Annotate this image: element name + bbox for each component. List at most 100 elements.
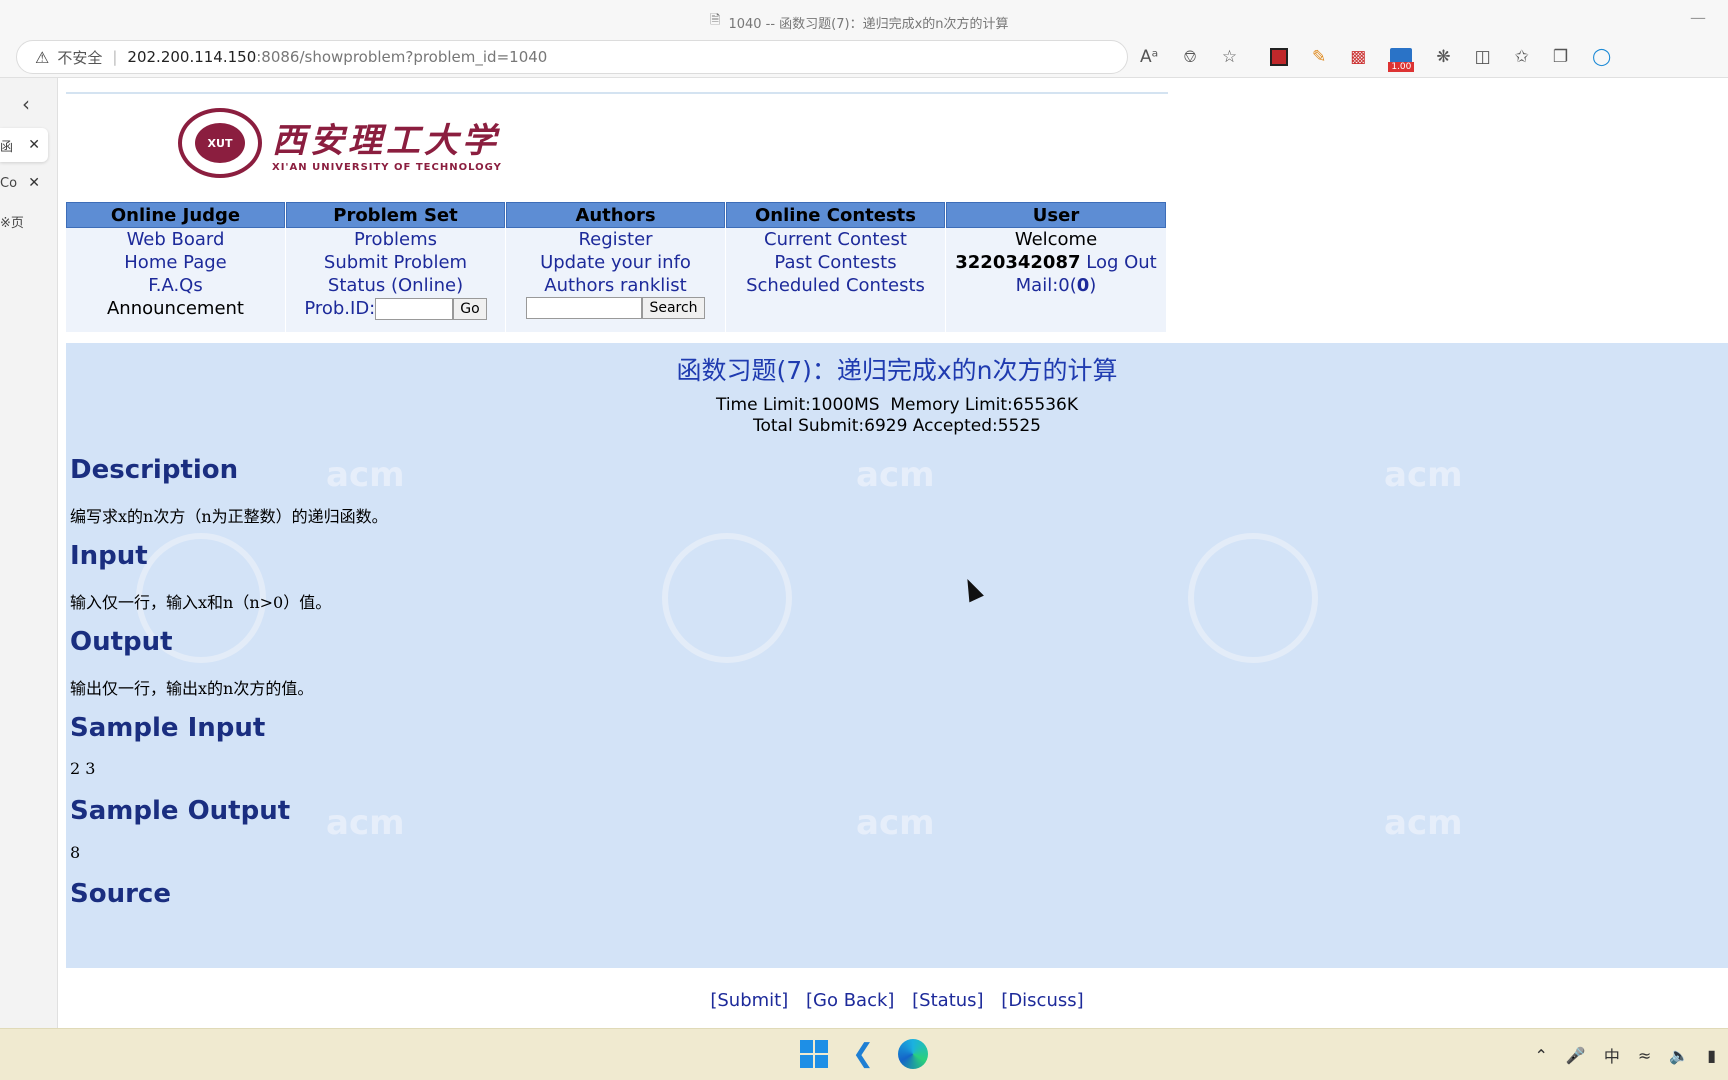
extension-colors-icon[interactable]: ▩ (1350, 47, 1366, 67)
past-contests-link[interactable]: Past Contests (774, 251, 896, 274)
output-text: 输出仅一行，输出x的n次方的值。 (70, 679, 314, 698)
insecure-label[interactable]: 不安全 (57, 47, 102, 68)
side-tab-label: ※页 (0, 215, 24, 231)
mail-link[interactable]: Mail:0(0) (1016, 274, 1097, 297)
source-heading: Source (70, 879, 171, 909)
university-watermark-icon (662, 533, 792, 663)
announcement-link[interactable]: Announcement (107, 297, 244, 320)
home-page-link[interactable]: Home Page (124, 251, 226, 274)
user-row: 3220342087 Log Out (955, 251, 1157, 274)
go-back-link[interactable]: [Go Back] (806, 990, 894, 1011)
author-search-input[interactable] (526, 297, 643, 319)
favorites-icon[interactable]: ✩ (1515, 47, 1529, 67)
extension-badge-icon[interactable]: 1.00 (1388, 48, 1415, 72)
status-online-link[interactable]: Status (Online) (328, 274, 463, 297)
edge-browser-icon[interactable] (898, 1039, 928, 1069)
close-icon[interactable]: ✕ (28, 175, 40, 191)
nav-authors: Authors Register Update your info Author… (506, 202, 726, 332)
tray-expand-icon[interactable]: ⌃ (1535, 1046, 1548, 1065)
user-id[interactable]: 3220342087 (955, 251, 1080, 274)
description-heading: Description (70, 455, 239, 485)
search-button[interactable]: Search (642, 297, 705, 319)
acm-watermark: acm (1384, 455, 1463, 495)
extensions-puzzle-icon[interactable]: ❋ (1436, 47, 1450, 67)
university-seal-icon: XUT (178, 108, 262, 178)
submit-problem-link[interactable]: Submit Problem (324, 251, 467, 274)
university-logo[interactable]: XUT 西安理工大学 XI'AN UNIVERSITY OF TECHNOLOG… (178, 108, 502, 178)
url-path[interactable]: :8086/showproblem?problem_id=1040 (256, 48, 547, 66)
window-title: 🗎 1040 -- 函数习题(7)：递归完成x的n次方的计算 (710, 11, 1009, 33)
problem-title: 函数习题(7)：递归完成x的n次方的计算 (676, 356, 1118, 385)
vertical-tabs-panel: ‹ 函 ✕ Co ✕ ※页 (0, 78, 58, 1028)
time-memory-limit: Time Limit:1000MS Memory Limit:65536K (715, 395, 1079, 415)
sample-output-heading: Sample Output (70, 796, 291, 826)
windows-start-icon[interactable] (800, 1040, 828, 1068)
side-tab-2[interactable]: Co ✕ (0, 166, 48, 200)
warning-icon[interactable]: ⚠ (35, 48, 49, 67)
submit-stats: Total Submit:6929 Accepted:5525 (753, 416, 1041, 436)
acm-watermark: acm (326, 455, 405, 495)
copilot-icon[interactable]: ◯ (1592, 47, 1611, 67)
system-tray: ⌃ 🎤 中 ≈ 🔈 ▮ (1535, 1043, 1716, 1067)
url-field[interactable]: ⚠ 不安全 | 202.200.114.150 :8086/showproble… (16, 40, 1128, 74)
collections-icon[interactable]: ❐ (1553, 47, 1568, 67)
battery-icon[interactable]: ▮ (1707, 1046, 1716, 1065)
update-info-link[interactable]: Update your info (540, 251, 691, 274)
browser-titlebar: 🗎 1040 -- 函数习题(7)：递归完成x的n次方的计算 — (0, 0, 1728, 38)
prob-id-input[interactable] (375, 297, 454, 320)
ime-indicator[interactable]: 中 (1604, 1043, 1620, 1067)
university-watermark-icon (1188, 533, 1318, 663)
welcome-text: Welcome (1014, 229, 1098, 250)
submit-link[interactable]: [Submit] (710, 990, 788, 1011)
sample-output-text: 8 (70, 843, 81, 862)
collapse-panel-icon[interactable]: ‹ (22, 92, 30, 116)
wifi-icon[interactable]: ≈ (1638, 1046, 1651, 1065)
logo-text: 西安理工大学 XI'AN UNIVERSITY OF TECHNOLOGY (272, 113, 502, 173)
page-icon: 🗎 (710, 13, 721, 28)
extension-paint-icon[interactable]: ✎ (1312, 47, 1326, 67)
nav-head: User (946, 202, 1166, 228)
minimize-button[interactable]: — (1690, 8, 1706, 27)
side-tab-1[interactable]: 函 ✕ (0, 128, 48, 162)
nav-head: Authors (506, 202, 725, 228)
side-tab-label: 函 (0, 139, 14, 155)
seal-text: XUT (195, 123, 245, 163)
taskbar: ❮ ⌃ 🎤 中 ≈ 🔈 ▮ (0, 1028, 1728, 1080)
go-button[interactable]: Go (453, 297, 487, 320)
url-separator: | (112, 48, 118, 66)
status-link[interactable]: [Status] (912, 990, 983, 1011)
prob-id-form: Prob.ID: Go (304, 297, 487, 320)
mail-close: ) (1089, 275, 1097, 296)
translate-icon[interactable]: ⎊ (1183, 47, 1197, 67)
address-bar-row: ⚠ 不安全 | 202.200.114.150 :8086/showproble… (0, 38, 1728, 78)
sample-input-text: 2 3 (70, 759, 96, 778)
extension-red-icon[interactable] (1270, 48, 1288, 66)
input-heading: Input (70, 541, 148, 571)
acm-watermark: acm (856, 455, 935, 495)
discuss-link[interactable]: [Discuss] (1001, 990, 1083, 1011)
acm-watermark: acm (326, 803, 405, 843)
url-host[interactable]: 202.200.114.150 (127, 48, 256, 66)
window-title-text: 1040 -- 函数习题(7)：递归完成x的n次方的计算 (728, 16, 1009, 32)
microphone-icon[interactable]: 🎤 (1566, 1046, 1586, 1065)
nav-head: Online Contests (726, 202, 945, 228)
authors-ranklist-link[interactable]: Authors ranklist (544, 274, 686, 297)
faqs-link[interactable]: F.A.Qs (148, 274, 202, 297)
web-board-link[interactable]: Web Board (127, 228, 225, 251)
favorite-add-icon[interactable]: ☆ (1222, 47, 1237, 67)
scheduled-contests-link[interactable]: Scheduled Contests (746, 274, 925, 297)
read-aloud-icon[interactable]: Aᵃ (1140, 47, 1158, 67)
nav-online-contests: Online Contests Current Contest Past Con… (726, 202, 946, 332)
current-contest-link[interactable]: Current Contest (764, 228, 907, 251)
problems-link[interactable]: Problems (354, 228, 437, 251)
mail-label: Mail:0( (1015, 275, 1077, 296)
vscode-icon[interactable]: ❮ (848, 1039, 878, 1069)
problem-limits: Time Limit:1000MS Memory Limit:65536K To… (66, 395, 1728, 437)
volume-icon[interactable]: 🔈 (1669, 1046, 1689, 1065)
register-link[interactable]: Register (578, 228, 652, 251)
close-icon[interactable]: ✕ (28, 137, 40, 153)
logout-link[interactable]: Log Out (1086, 251, 1157, 274)
split-screen-icon[interactable]: ◫ (1475, 47, 1491, 67)
side-tab-3[interactable]: ※页 (0, 204, 48, 238)
taskbar-apps: ❮ (800, 1039, 928, 1069)
